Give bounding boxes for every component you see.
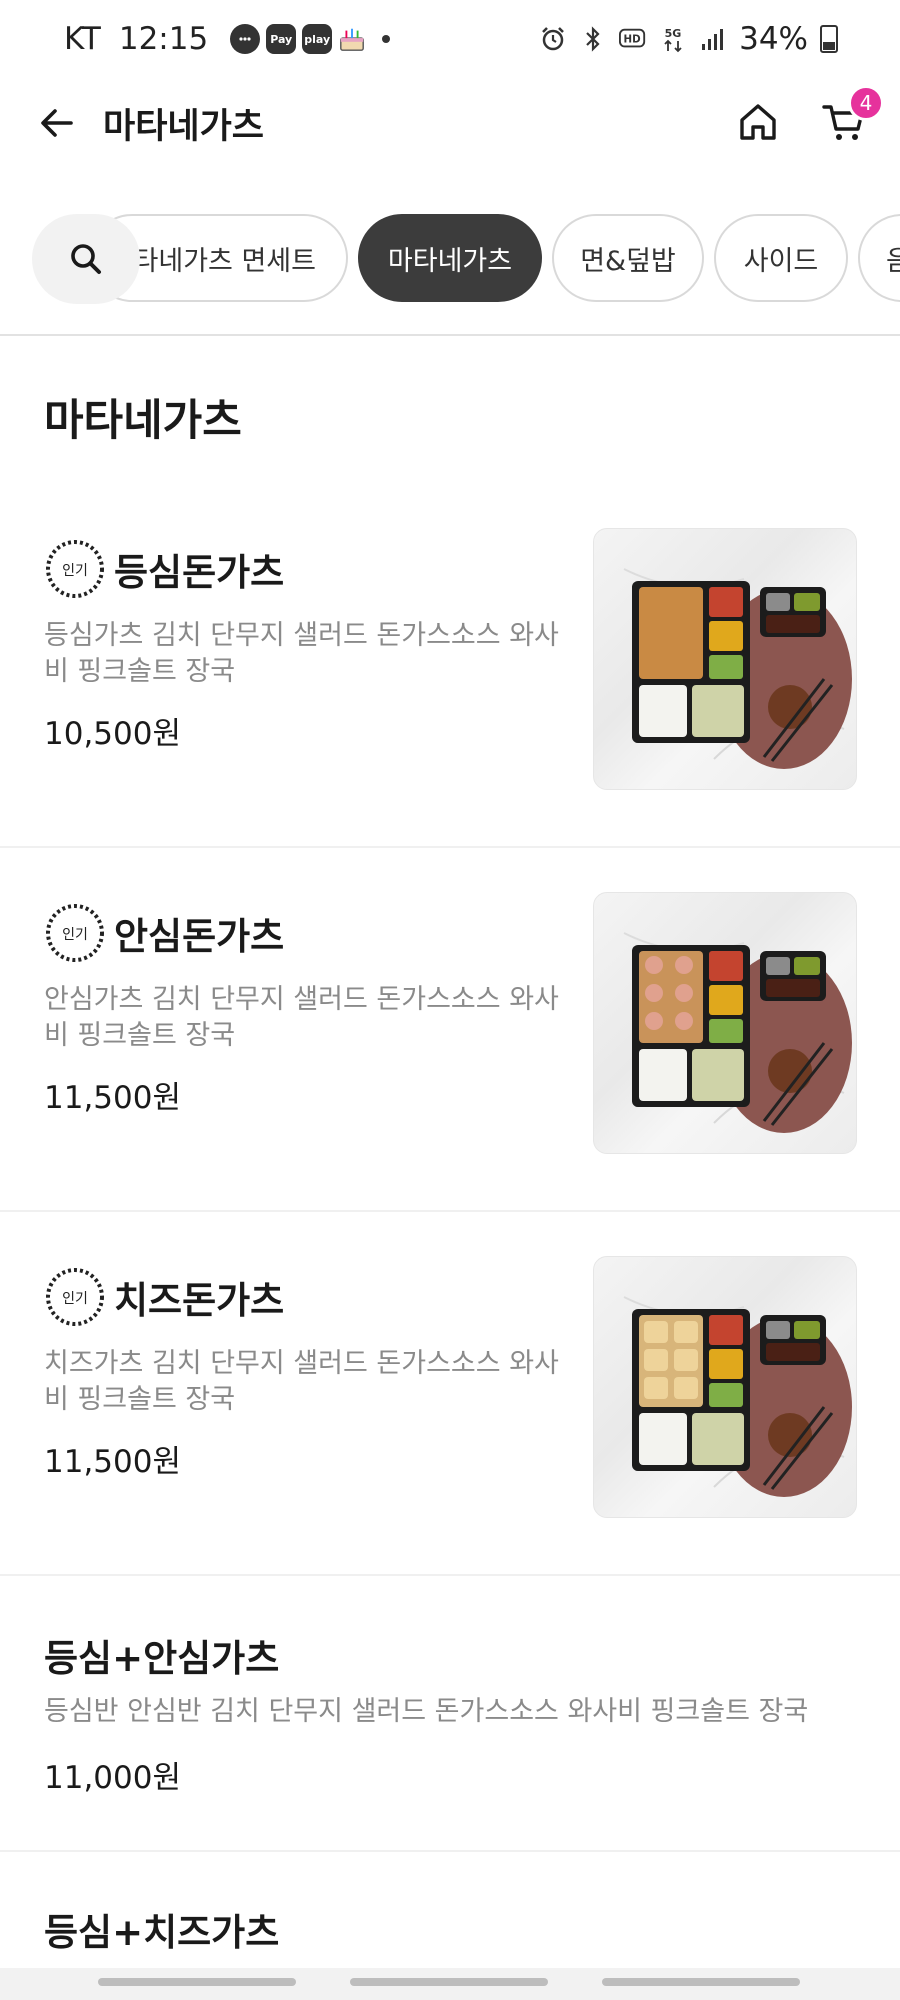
item-price: 11,500원 bbox=[44, 1080, 181, 1116]
item-divider bbox=[0, 846, 900, 848]
battery-percent: 34% bbox=[739, 21, 808, 57]
item-price: 11,500원 bbox=[44, 1444, 181, 1480]
item-name: 등심+안심가츠 bbox=[44, 1637, 280, 1680]
hd-voice-icon: HD bbox=[619, 25, 647, 53]
popular-badge: 인기 bbox=[44, 902, 106, 964]
popular-badge: 인기 bbox=[44, 1266, 106, 1328]
5g-icon: 5G bbox=[659, 25, 687, 53]
menu-item[interactable]: 등심+안심가츠 등심반 안심반 김치 단무지 샐러드 돈가스소스 와사비 핑크솔… bbox=[0, 1612, 900, 1852]
item-price: 11,000원 bbox=[44, 1760, 181, 1796]
item-divider bbox=[0, 1850, 900, 1852]
popular-badge: 인기 bbox=[44, 538, 106, 600]
tab-matanegatsu[interactable]: 마타네가츠 bbox=[358, 214, 542, 302]
search-icon bbox=[71, 244, 101, 274]
system-nav-bar bbox=[0, 1968, 900, 2000]
bluetooth-icon bbox=[579, 25, 607, 53]
status-right: HD 5G 34% bbox=[539, 21, 838, 57]
status-left: KT 12:15 Pay play bbox=[64, 21, 391, 57]
item-name-row: 인기 등심돈가츠 bbox=[44, 538, 284, 600]
item-name-row: 등심+치즈가츠 bbox=[44, 1902, 279, 1956]
tabs-divider bbox=[0, 334, 900, 336]
nav-home-button[interactable] bbox=[350, 1978, 548, 1986]
popular-badge-label: 인기 bbox=[62, 927, 88, 943]
chat-notification-icon bbox=[230, 24, 261, 54]
cart-count-badge: 4 bbox=[848, 85, 884, 121]
menu-item[interactable]: 인기 치즈돈가츠 치즈가츠 김치 단무지 샐러드 돈가스소스 와사비 핑크솔트 … bbox=[0, 1248, 900, 1574]
page-title: 마타네가츠 bbox=[103, 107, 265, 147]
menu-item[interactable]: 등심+치즈가츠 bbox=[0, 1886, 900, 1966]
alarm-icon bbox=[539, 25, 567, 53]
item-description: 등심가츠 김치 단무지 샐러드 돈가스소스 와사비 핑크솔트 장국 bbox=[44, 620, 559, 687]
svg-text:HD: HD bbox=[624, 34, 641, 46]
item-name: 치즈돈가츠 bbox=[114, 1279, 285, 1322]
signal-icon bbox=[699, 25, 727, 53]
cake-notification-icon bbox=[338, 25, 366, 53]
popular-badge-label: 인기 bbox=[62, 1291, 88, 1307]
item-description: 안심가츠 김치 단무지 샐러드 돈가스소스 와사비 핑크솔트 장국 bbox=[44, 984, 559, 1051]
item-description: 치즈가츠 김치 단무지 샐러드 돈가스소스 와사비 핑크솔트 장국 bbox=[44, 1348, 559, 1415]
item-name: 안심돈가츠 bbox=[114, 915, 285, 958]
item-name-row: 인기 안심돈가츠 bbox=[44, 902, 284, 964]
menu-item[interactable]: 인기 등심돈가츠 등심가츠 김치 단무지 샐러드 돈가스소스 와사비 핑크솔트 … bbox=[0, 520, 900, 846]
carrier-label: KT bbox=[64, 21, 101, 57]
item-name-row: 인기 치즈돈가츠 bbox=[44, 1266, 284, 1328]
menu-search-button[interactable] bbox=[32, 214, 140, 304]
back-button[interactable] bbox=[30, 96, 84, 150]
more-notifications-dot bbox=[382, 35, 391, 43]
menu-item[interactable]: 인기 안심돈가츠 안심가츠 김치 단무지 샐러드 돈가스소스 와사비 핑크솔트 … bbox=[0, 884, 900, 1210]
item-photo bbox=[593, 1256, 857, 1518]
category-tabs: 마타네가츠 면세트 마타네가츠 면&덮밥 사이드 음 bbox=[0, 210, 900, 304]
item-price: 10,500원 bbox=[44, 716, 181, 752]
pay-notification-icon: Pay bbox=[266, 24, 297, 54]
battery-icon bbox=[820, 25, 838, 53]
back-arrow-icon bbox=[41, 109, 73, 137]
home-button[interactable] bbox=[730, 94, 786, 150]
item-description: 등심반 안심반 김치 단무지 샐러드 돈가스소스 와사비 핑크솔트 장국 bbox=[44, 1696, 809, 1727]
tab-drinks[interactable]: 음 bbox=[858, 214, 900, 302]
home-icon bbox=[740, 104, 776, 140]
tab-side[interactable]: 사이드 bbox=[714, 214, 848, 302]
tab-noodle-rice[interactable]: 면&덮밥 bbox=[552, 214, 704, 302]
section-title: 마타네가츠 bbox=[44, 396, 242, 446]
clock: 12:15 bbox=[118, 21, 209, 57]
popular-badge-label: 인기 bbox=[62, 563, 88, 579]
item-name: 등심+치즈가츠 bbox=[44, 1911, 280, 1954]
svg-text:5G: 5G bbox=[665, 27, 682, 40]
item-name: 등심돈가츠 bbox=[114, 551, 285, 594]
nav-recents-button[interactable] bbox=[98, 1978, 296, 1986]
nav-back-button[interactable] bbox=[602, 1978, 800, 1986]
play-notification-icon: play bbox=[302, 24, 333, 54]
item-name-row: 등심+안심가츠 bbox=[44, 1628, 279, 1682]
item-photo bbox=[593, 528, 857, 790]
app-header: 마타네가츠 bbox=[0, 78, 900, 168]
notification-icons: Pay play bbox=[230, 24, 391, 54]
item-photo bbox=[593, 892, 857, 1154]
status-bar: KT 12:15 Pay play HD 5G 34% bbox=[0, 0, 900, 78]
item-divider bbox=[0, 1210, 900, 1212]
item-divider bbox=[0, 1574, 900, 1576]
